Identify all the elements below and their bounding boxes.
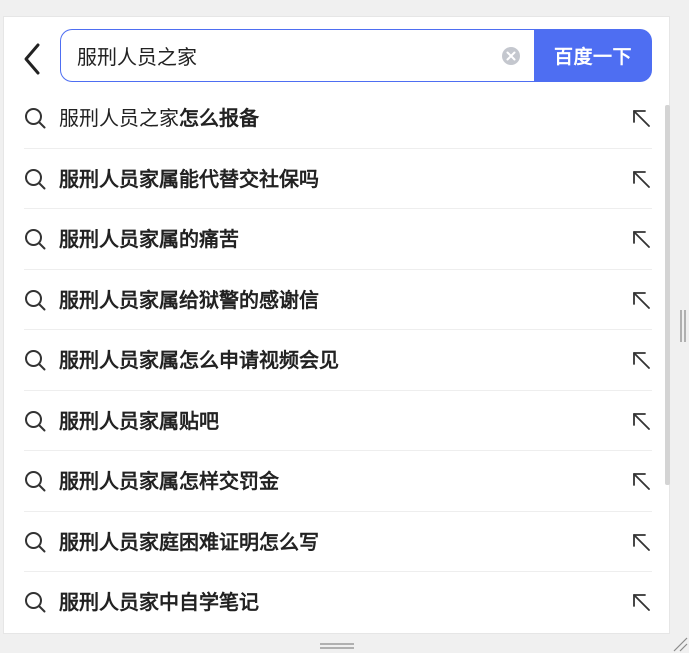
suggestion-item[interactable]: 服刑人员家属怎样交罚金 — [24, 451, 652, 512]
suggestion-list: 服刑人员之家怎么报备服刑人员家属能代替交社保吗 服刑人员家属的痛苦服刑人员家属给狱… — [24, 88, 652, 633]
search-icon — [24, 107, 46, 129]
suggestion-item[interactable]: 服刑人员家属给狱警的感谢信 — [24, 270, 652, 330]
suggestion-text-bold: 服刑人员家属能代替交社保吗 — [59, 166, 319, 191]
suggestion-text: 服刑人员家庭困难证明怎么写 — [59, 512, 319, 572]
arrow-up-left-icon[interactable] — [630, 591, 652, 613]
search-icon — [24, 410, 46, 432]
side-resize-handle[interactable] — [679, 310, 687, 342]
search-icon — [24, 289, 46, 311]
suggestion-text-bold: 服刑人员家属怎样交罚金 — [59, 469, 279, 493]
search-icon — [24, 168, 46, 190]
suggestion-text: 服刑人员家中自学笔记 — [59, 572, 259, 632]
resize-grip-icon[interactable] — [672, 636, 688, 652]
arrow-up-left-icon[interactable] — [630, 349, 652, 371]
suggestion-text: 服刑人员家属的痛苦 — [59, 209, 239, 269]
suggestion-text-bold: 服刑人员家属怎么申请视频会见 — [59, 348, 339, 372]
suggestion-text-bold: 服刑人员家庭困难证明怎么写 — [59, 529, 319, 554]
suggestion-text-plain: 服刑人员之家 — [59, 106, 179, 130]
search-box — [60, 29, 534, 82]
suggestion-text: 服刑人员家属贴吧 — [59, 391, 219, 451]
scrollbar[interactable] — [665, 105, 670, 485]
suggestion-text-bold: 服刑人员家属的痛苦 — [59, 227, 239, 251]
search-icon — [24, 470, 46, 492]
suggestion-text-bold: 服刑人员家属给狱警的感谢信 — [59, 287, 319, 312]
arrow-up-left-icon[interactable] — [630, 228, 652, 250]
suggestion-item[interactable]: 服刑人员家庭困难证明怎么写 — [24, 512, 652, 572]
search-icon — [24, 591, 46, 613]
search-input[interactable] — [77, 30, 487, 81]
chevron-left-icon — [24, 43, 40, 75]
suggestion-text-bold: 怎么报备 — [179, 106, 259, 130]
search-suggestion-panel: 百度一下 服刑人员之家怎么报备服刑人员家属能代替交社保吗服刑人员家属的痛苦服刑人… — [3, 16, 670, 634]
clear-button[interactable] — [502, 47, 520, 65]
arrow-up-left-icon[interactable] — [630, 531, 652, 553]
arrow-up-left-icon[interactable] — [630, 107, 652, 129]
arrow-up-left-icon[interactable] — [630, 289, 652, 311]
search-icon — [24, 531, 46, 553]
search-submit-button[interactable]: 百度一下 — [534, 29, 652, 82]
search-icon — [24, 228, 46, 250]
suggestion-text-bold: 服刑人员家属贴吧 — [59, 408, 219, 433]
bottom-resize-handle[interactable] — [320, 642, 354, 650]
arrow-up-left-icon[interactable] — [630, 410, 652, 432]
suggestion-item[interactable]: 服刑人员家中自学笔记 — [24, 572, 652, 633]
search-icon — [24, 349, 46, 371]
suggestion-text: 服刑人员家属怎么申请视频会见 — [59, 330, 339, 390]
suggestion-text: 服刑人员家属怎样交罚金 — [59, 451, 279, 511]
suggestion-item[interactable]: 服刑人员家属贴吧 — [24, 391, 652, 451]
suggestion-text-bold: 服刑人员家中自学笔记 — [59, 590, 259, 614]
suggestion-item[interactable]: 服刑人员家属能代替交社保吗 — [24, 149, 652, 209]
suggestion-item[interactable]: 服刑人员家属怎么申请视频会见 — [24, 330, 652, 391]
suggestion-text: 服刑人员之家怎么报备 — [59, 88, 259, 148]
clear-circle-icon — [502, 47, 520, 65]
suggestion-text: 服刑人员家属给狱警的感谢信 — [59, 270, 319, 330]
suggestion-item[interactable]: 服刑人员家属的痛苦 — [24, 209, 652, 270]
back-button[interactable] — [18, 41, 46, 77]
arrow-up-left-icon[interactable] — [630, 168, 652, 190]
suggestion-text: 服刑人员家属能代替交社保吗 — [59, 149, 319, 209]
arrow-up-left-icon[interactable] — [630, 470, 652, 492]
suggestion-item[interactable]: 服刑人员之家怎么报备 — [24, 88, 652, 149]
